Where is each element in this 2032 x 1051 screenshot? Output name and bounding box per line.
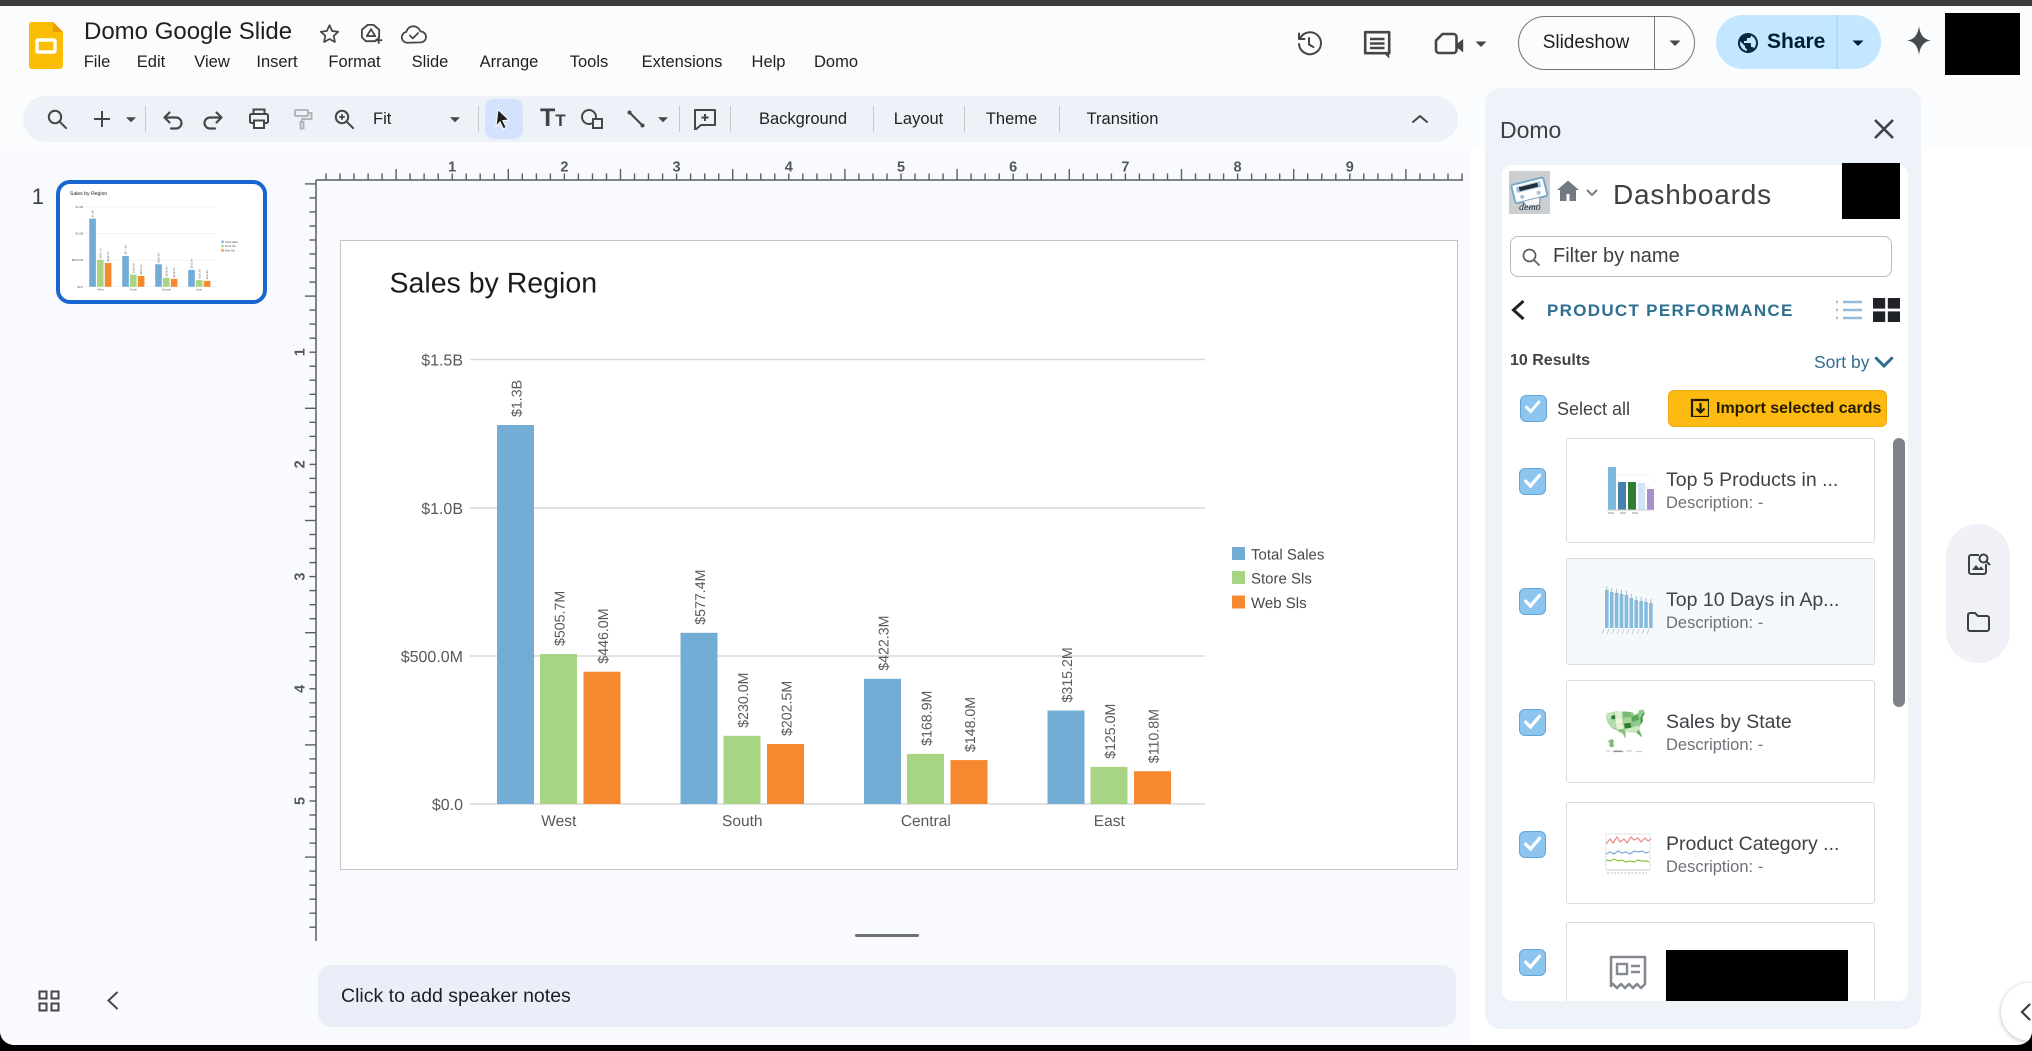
svg-text:demo: demo	[1519, 202, 1541, 213]
svg-text:$148.0M: $148.0M	[963, 697, 979, 752]
svg-text:South: South	[722, 813, 763, 830]
svg-text:$0.0: $0.0	[432, 797, 463, 814]
svg-text:Total Sales: Total Sales	[1251, 547, 1324, 564]
svg-text:$1.5B: $1.5B	[421, 353, 463, 370]
svg-text:$1.3B: $1.3B	[510, 380, 526, 417]
svg-text:7: 7	[1121, 160, 1129, 176]
svg-text:$422.3M: $422.3M	[877, 616, 893, 671]
svg-text:$110.8M: $110.8M	[1147, 709, 1163, 763]
svg-text:8: 8	[1234, 160, 1242, 176]
svg-text:6: 6	[1009, 160, 1017, 176]
svg-text:East: East	[1094, 813, 1126, 830]
svg-text:West: West	[541, 813, 577, 830]
svg-text:Store Sls: Store Sls	[1251, 571, 1312, 588]
svg-text:1: 1	[448, 160, 456, 176]
svg-text:Sales by Region: Sales by Region	[390, 268, 598, 300]
svg-text:$168.9M: $168.9M	[920, 691, 936, 746]
svg-text:$505.7M: $505.7M	[553, 591, 569, 646]
svg-text:$1.0B: $1.0B	[421, 501, 463, 518]
svg-text:$125.0M: $125.0M	[1103, 704, 1119, 759]
svg-text:9: 9	[1346, 160, 1354, 176]
svg-text:2: 2	[560, 160, 568, 176]
svg-text:1: 1	[293, 348, 309, 356]
svg-text:$500.0M: $500.0M	[401, 649, 463, 666]
svg-text:3: 3	[293, 573, 309, 581]
svg-text:4: 4	[785, 160, 793, 176]
svg-text:5: 5	[293, 797, 309, 805]
svg-text:$202.5M: $202.5M	[780, 681, 796, 736]
svg-text:4: 4	[293, 685, 309, 693]
svg-text:$577.4M: $577.4M	[693, 570, 709, 625]
svg-text:$446.0M: $446.0M	[596, 608, 612, 663]
svg-text:5: 5	[897, 160, 905, 176]
svg-text:Central: Central	[901, 813, 951, 830]
svg-text:$315.2M: $315.2M	[1060, 647, 1076, 702]
svg-text:$230.0M: $230.0M	[736, 673, 752, 728]
svg-text:2: 2	[293, 460, 309, 468]
svg-text:Web Sls: Web Sls	[1251, 595, 1307, 612]
svg-text:3: 3	[673, 160, 681, 176]
